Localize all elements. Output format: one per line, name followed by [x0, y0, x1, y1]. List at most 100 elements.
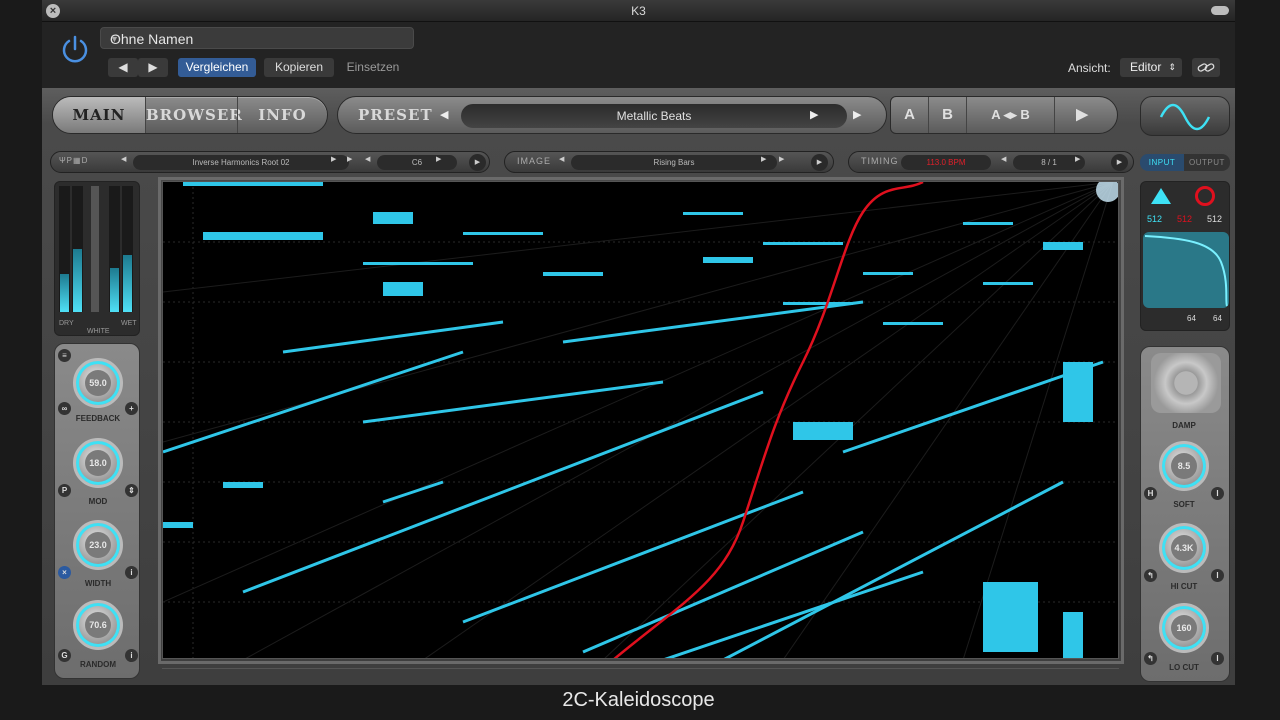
hi-cut-value: 4.3K: [1171, 535, 1197, 561]
source-prev-icon[interactable]: ◀: [121, 155, 126, 163]
note-field[interactable]: C6: [377, 155, 457, 170]
mod-knob[interactable]: 18.0: [73, 438, 123, 488]
view-select[interactable]: Editor ⇕: [1120, 58, 1182, 77]
output-button[interactable]: OUTPUT: [1184, 154, 1230, 171]
left-panel: DRY WHITE WET ≡ 59.0 ∞ + FEEDBACK 18.0 P…: [52, 181, 142, 681]
plugin-name: 2C-Kaleidoscope: [562, 689, 715, 711]
input-button[interactable]: INPUT: [1140, 154, 1184, 171]
link-button[interactable]: [1192, 58, 1220, 77]
power-icon[interactable]: [58, 32, 92, 66]
hi-cut-toggle-icon[interactable]: I: [1211, 569, 1224, 582]
preset-prev-icon[interactable]: ◀: [440, 97, 448, 133]
width-value: 23.0: [85, 532, 111, 558]
window-title: K3: [631, 4, 646, 18]
p-icon[interactable]: P: [58, 484, 71, 497]
waveform-button[interactable]: [1140, 96, 1230, 136]
next-button[interactable]: ▶: [138, 58, 168, 77]
source-play-icon[interactable]: ▶: [469, 154, 486, 171]
timing-play-icon[interactable]: ▶: [1111, 154, 1128, 171]
resolution-3: 512: [1207, 214, 1223, 224]
ab-compare-bar: A B A ◂▸ B ▶: [890, 96, 1118, 134]
image-next-icon[interactable]: ▶: [761, 155, 766, 163]
value-b: 64: [1213, 314, 1222, 323]
feedback-knob[interactable]: 59.0: [73, 358, 123, 408]
window-titlebar: × K3: [42, 0, 1235, 22]
preset-b-button[interactable]: B: [929, 97, 967, 133]
preset-next-inner-icon[interactable]: ▶: [810, 97, 818, 133]
mod-value: 18.0: [85, 450, 111, 476]
tab-main[interactable]: MAIN: [53, 97, 145, 133]
preset-bar: PRESET ◀ Metallic Beats ▶ ▶: [337, 96, 887, 134]
sine-wave-icon: [1159, 103, 1211, 131]
host-header: Ohne Namen ▼ ◀ ▶ Vergleichen Kopieren Ei…: [42, 22, 1235, 88]
preset-dropdown[interactable]: Ohne Namen ▼: [100, 27, 414, 49]
timing-value-field[interactable]: 113.0 BPM: [901, 155, 991, 170]
mix-slider[interactable]: [91, 186, 99, 312]
random-knob[interactable]: 70.6: [73, 600, 123, 650]
kaleidoscope-visualizer[interactable]: [162, 181, 1119, 659]
copy-button[interactable]: Kopieren: [264, 58, 334, 77]
paste-button[interactable]: Einsetzen: [338, 58, 408, 77]
menu-icon[interactable]: ≡: [58, 349, 71, 362]
h-icon[interactable]: H: [1144, 487, 1157, 500]
i-icon[interactable]: I: [1211, 487, 1224, 500]
preset-label: PRESET: [358, 106, 433, 124]
hi-cut-mode-icon[interactable]: ↰: [1144, 569, 1157, 582]
timing-strip: TIMING 113.0 BPM ◀ 8 / 1 ▶ ▶: [848, 151, 1134, 173]
meter-dry-left: [59, 186, 70, 312]
source-type-icon[interactable]: ΨP▦D: [59, 156, 88, 165]
image-prev-icon[interactable]: ◀: [559, 155, 564, 163]
note-next-icon[interactable]: ▶: [436, 155, 441, 163]
mod-label: MOD: [88, 497, 108, 506]
compare-button[interactable]: Vergleichen: [178, 58, 256, 77]
source-name-field[interactable]: Inverse Harmonics Root 02: [133, 155, 349, 170]
image-next2-icon[interactable]: ▶: [779, 155, 784, 163]
lo-cut-knob[interactable]: 160: [1159, 603, 1209, 653]
preset-name-field[interactable]: Metallic Beats: [461, 104, 847, 128]
toolbar-toggle-button[interactable]: [1211, 6, 1229, 15]
division-next-icon[interactable]: ▶: [1075, 155, 1080, 163]
tab-browser[interactable]: BROWSER: [145, 97, 242, 133]
division-prev-icon[interactable]: ◀: [1001, 155, 1006, 163]
soft-label: SOFT: [1173, 500, 1195, 509]
previous-button[interactable]: ◀: [108, 58, 138, 77]
play-icon[interactable]: ▶: [1063, 97, 1101, 133]
source-next-icon[interactable]: ▶: [331, 155, 336, 163]
mix-meters: DRY WHITE WET: [54, 181, 140, 336]
x-icon[interactable]: ×: [58, 566, 71, 579]
note-prev-icon[interactable]: ◀: [365, 155, 370, 163]
light-bars: [163, 182, 1093, 658]
link-icon: [1197, 63, 1215, 72]
main-tabs: MAIN BROWSER INFO: [52, 96, 328, 134]
ab-copy-button[interactable]: A ◂▸ B: [967, 97, 1055, 133]
width-label: WIDTH: [84, 579, 112, 588]
feedback-label: FEEDBACK: [75, 414, 121, 423]
view-select-value: Editor: [1130, 60, 1162, 74]
white-label: WHITE: [87, 328, 110, 335]
source-next2-icon[interactable]: ▶: [347, 155, 352, 163]
meter-wet-left: [109, 186, 120, 312]
soft-knob[interactable]: 8.5: [1159, 441, 1209, 491]
left-knob-panel: ≡ 59.0 ∞ + FEEDBACK 18.0 P ⇕ MOD 23.0 × …: [54, 343, 140, 679]
image-play-icon[interactable]: ▶: [811, 154, 828, 171]
preset-next-icon[interactable]: ▶: [853, 97, 861, 133]
width-knob[interactable]: 23.0: [73, 520, 123, 570]
info-icon[interactable]: i: [125, 566, 138, 579]
updown-small-icon[interactable]: ⇕: [125, 484, 138, 497]
preset-a-button[interactable]: A: [891, 97, 929, 133]
tab-info[interactable]: INFO: [237, 97, 327, 133]
envelope-graph[interactable]: [1143, 232, 1229, 308]
updown-icon: ⇕: [1168, 62, 1176, 72]
footer-caption: 2C-Kaleidoscope: [42, 685, 1235, 720]
image-name-field[interactable]: Rising Bars: [571, 155, 777, 170]
triangle-icon[interactable]: [1151, 188, 1171, 204]
resolution-1: 512: [1147, 214, 1163, 224]
meter-dry-right: [72, 186, 83, 312]
feedback-value: 59.0: [85, 370, 111, 396]
prohibit-icon[interactable]: [1195, 186, 1215, 206]
lo-cut-label: LO CUT: [1169, 663, 1199, 672]
input-display: 512 512 512 64 64: [1140, 181, 1230, 331]
hi-cut-knob[interactable]: 4.3K: [1159, 523, 1209, 573]
visualizer-canvas: [163, 182, 1118, 658]
damp-dial[interactable]: [1151, 353, 1221, 413]
